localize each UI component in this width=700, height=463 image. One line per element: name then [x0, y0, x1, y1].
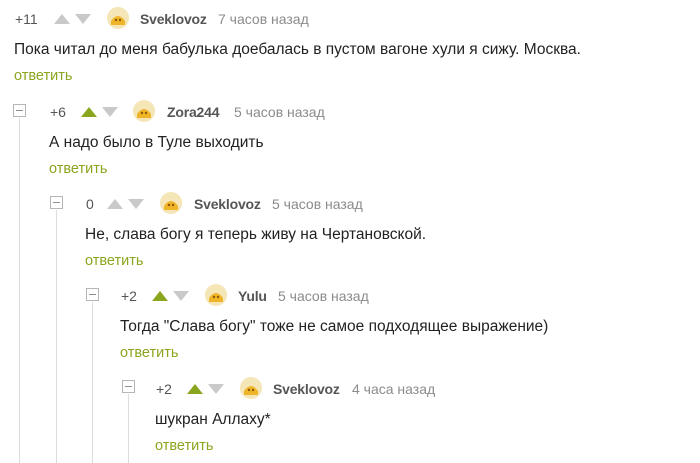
- default-avatar-icon[interactable]: [240, 377, 262, 399]
- comment-time: 7 часов назад: [218, 11, 309, 27]
- comment-rating: +2: [156, 381, 172, 397]
- reply-link[interactable]: ответить: [85, 253, 143, 269]
- comment-username[interactable]: Zora244: [167, 104, 219, 120]
- default-avatar-icon[interactable]: [205, 284, 227, 306]
- collapse-minus-icon[interactable]: [122, 380, 135, 393]
- reply-link[interactable]: ответить: [120, 345, 178, 361]
- default-avatar-icon[interactable]: [107, 7, 129, 29]
- thread-line: [128, 394, 129, 463]
- comment-text: Не, слава богу я теперь живу на Чертанов…: [85, 226, 427, 243]
- collapse-minus-icon[interactable]: [86, 288, 99, 301]
- comment-username[interactable]: Sveklovoz: [194, 196, 261, 212]
- arrow-up-icon[interactable]: [187, 384, 203, 394]
- comment-username[interactable]: Sveklovoz: [140, 11, 207, 27]
- comment-time: 5 часов назад: [272, 196, 363, 212]
- comment-time: 4 часа назад: [352, 381, 436, 397]
- comment-text: шукран Аллаху*: [155, 411, 271, 428]
- arrow-up-icon[interactable]: [81, 107, 97, 117]
- arrow-down-icon[interactable]: [173, 291, 189, 301]
- comment-username[interactable]: Sveklovoz: [273, 381, 340, 397]
- comment-rating: +2: [121, 288, 137, 304]
- comment-rating: +6: [50, 104, 66, 120]
- comment-username[interactable]: Yulu: [238, 288, 267, 304]
- arrow-up-icon[interactable]: [54, 14, 70, 24]
- arrow-down-icon[interactable]: [75, 14, 91, 24]
- arrow-down-icon[interactable]: [128, 199, 144, 209]
- arrow-up-icon[interactable]: [152, 291, 168, 301]
- comment-time: 5 часов назад: [234, 104, 325, 120]
- comment-text: Тогда "Слава богу" тоже не самое подходя…: [120, 318, 549, 335]
- comment-time: 5 часов назад: [278, 288, 369, 304]
- arrow-up-icon[interactable]: [107, 199, 123, 209]
- comments-page: { "comments": [ { "rating": "+11", "user…: [0, 0, 700, 463]
- arrow-down-icon[interactable]: [102, 107, 118, 117]
- default-avatar-icon[interactable]: [133, 100, 155, 122]
- thread-line: [19, 118, 20, 463]
- comment-text: А надо было в Туле выходить: [49, 134, 264, 151]
- comment-rating: 0: [86, 196, 94, 212]
- collapse-minus-icon[interactable]: [50, 196, 63, 209]
- comment-text: Пока читал до меня бабулька доебалась в …: [14, 41, 581, 58]
- collapse-minus-icon[interactable]: [13, 104, 26, 117]
- reply-link[interactable]: ответить: [14, 68, 72, 84]
- thread-line: [56, 210, 57, 463]
- comment-rating: +11: [15, 11, 38, 27]
- default-avatar-icon[interactable]: [160, 192, 182, 214]
- thread-line: [92, 302, 93, 463]
- reply-link[interactable]: ответить: [49, 161, 107, 177]
- reply-link[interactable]: ответить: [155, 438, 213, 454]
- arrow-down-icon[interactable]: [208, 384, 224, 394]
